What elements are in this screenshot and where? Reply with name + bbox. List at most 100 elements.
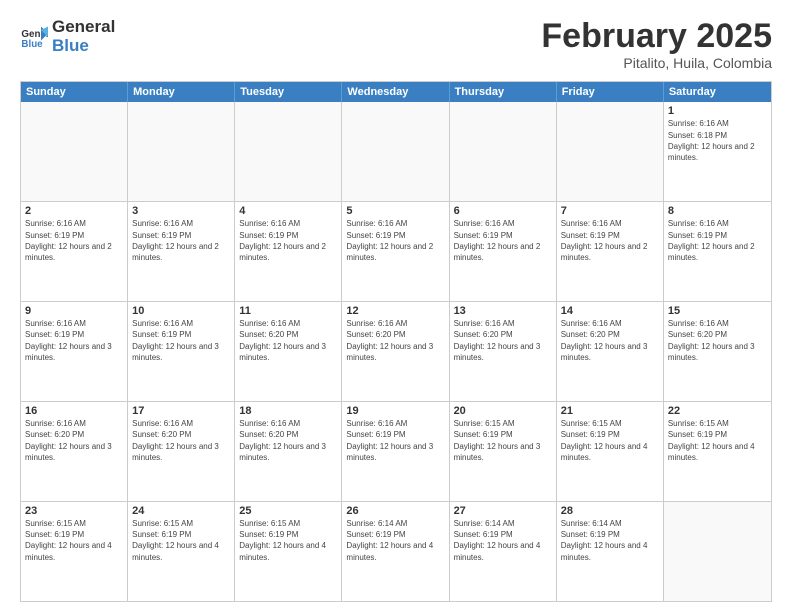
cal-cell-0-6: 1Sunrise: 6:16 AMSunset: 6:18 PMDaylight… — [664, 102, 771, 201]
day-number: 13 — [454, 305, 552, 317]
day-number: 2 — [25, 205, 123, 217]
day-info: Sunrise: 6:16 AMSunset: 6:19 PMDaylight:… — [346, 218, 444, 263]
day-info: Sunrise: 6:16 AMSunset: 6:20 PMDaylight:… — [25, 418, 123, 463]
logo-general: General — [52, 18, 115, 37]
cal-cell-4-0: 23Sunrise: 6:15 AMSunset: 6:19 PMDayligh… — [21, 502, 128, 601]
day-number: 20 — [454, 405, 552, 417]
logo-blue: Blue — [52, 37, 115, 56]
cal-cell-1-5: 7Sunrise: 6:16 AMSunset: 6:19 PMDaylight… — [557, 202, 664, 301]
day-number: 22 — [668, 405, 767, 417]
cal-week-2: 9Sunrise: 6:16 AMSunset: 6:19 PMDaylight… — [21, 301, 771, 401]
header-wednesday: Wednesday — [342, 82, 449, 102]
cal-week-0: 1Sunrise: 6:16 AMSunset: 6:18 PMDaylight… — [21, 102, 771, 201]
cal-cell-0-1 — [128, 102, 235, 201]
cal-cell-2-1: 10Sunrise: 6:16 AMSunset: 6:19 PMDayligh… — [128, 302, 235, 401]
day-number: 1 — [668, 105, 767, 117]
cal-cell-4-1: 24Sunrise: 6:15 AMSunset: 6:19 PMDayligh… — [128, 502, 235, 601]
cal-cell-1-1: 3Sunrise: 6:16 AMSunset: 6:19 PMDaylight… — [128, 202, 235, 301]
cal-cell-2-2: 11Sunrise: 6:16 AMSunset: 6:20 PMDayligh… — [235, 302, 342, 401]
day-info: Sunrise: 6:15 AMSunset: 6:19 PMDaylight:… — [668, 418, 767, 463]
cal-week-1: 2Sunrise: 6:16 AMSunset: 6:19 PMDaylight… — [21, 201, 771, 301]
month-title: February 2025 — [541, 18, 772, 55]
header-saturday: Saturday — [664, 82, 771, 102]
cal-cell-3-4: 20Sunrise: 6:15 AMSunset: 6:19 PMDayligh… — [450, 402, 557, 501]
day-info: Sunrise: 6:16 AMSunset: 6:19 PMDaylight:… — [25, 218, 123, 263]
day-info: Sunrise: 6:14 AMSunset: 6:19 PMDaylight:… — [346, 518, 444, 563]
cal-week-4: 23 Sunrise: 6:15 AMSunset: 6:19 PMDayligh… — [21, 501, 771, 601]
day-info: Sunrise: 6:16 AMSunset: 6:19 PMDaylight:… — [561, 218, 659, 263]
day-number: 11 — [239, 305, 337, 317]
cal-cell-4-5: 28Sunrise: 6:14 AMSunset: 6:19 PMDayligh… — [557, 502, 664, 601]
cal-cell-3-2: 18Sunrise: 6:16 AMSunset: 6:20 PMDayligh… — [235, 402, 342, 501]
header-tuesday: Tuesday — [235, 82, 342, 102]
day-info: Sunrise: 6:15 AMSunset: 6:19 PMDaylight:… — [454, 418, 552, 463]
day-info: Sunrise: 6:16 AMSunset: 6:19 PMDaylight:… — [132, 318, 230, 363]
day-number: 24 — [132, 505, 230, 517]
cal-week-3: 16Sunrise: 6:16 AMSunset: 6:20 PMDayligh… — [21, 401, 771, 501]
day-info: Sunrise: 6:16 AMSunset: 6:20 PMDaylight:… — [454, 318, 552, 363]
logo-icon: General Blue — [20, 23, 48, 51]
day-info: Sunrise: 6:16 AMSunset: 6:20 PMDaylight:… — [561, 318, 659, 363]
day-info: Sunrise: 6:16 AMSunset: 6:19 PMDaylight:… — [132, 218, 230, 263]
cal-cell-0-5 — [557, 102, 664, 201]
day-number: 19 — [346, 405, 444, 417]
cal-cell-3-5: 21Sunrise: 6:15 AMSunset: 6:19 PMDayligh… — [557, 402, 664, 501]
logo: General Blue General Blue — [20, 18, 115, 55]
cal-cell-1-0: 2Sunrise: 6:16 AMSunset: 6:19 PMDaylight… — [21, 202, 128, 301]
day-number: 21 — [561, 405, 659, 417]
day-info: Sunrise: 6:16 AMSunset: 6:20 PMDaylight:… — [239, 318, 337, 363]
day-number: 27 — [454, 505, 552, 517]
day-number: 3 — [132, 205, 230, 217]
header: General Blue General Blue February 2025 … — [20, 18, 772, 71]
cal-cell-1-4: 6Sunrise: 6:16 AMSunset: 6:19 PMDaylight… — [450, 202, 557, 301]
day-info: Sunrise: 6:16 AMSunset: 6:19 PMDaylight:… — [239, 218, 337, 263]
day-number: 16 — [25, 405, 123, 417]
day-info: Sunrise: 6:15 AMSunset: 6:19 PMDaylight:… — [239, 518, 337, 563]
cal-cell-1-6: 8Sunrise: 6:16 AMSunset: 6:19 PMDaylight… — [664, 202, 771, 301]
day-info: Sunrise: 6:16 AMSunset: 6:20 PMDaylight:… — [239, 418, 337, 463]
cal-cell-4-6 — [664, 502, 771, 601]
day-number: 25 — [239, 505, 337, 517]
title-block: February 2025 Pitalito, Huila, Colombia — [541, 18, 772, 71]
day-info: Sunrise: 6:15 AMSunset: 6:19 PMDaylight:… — [132, 518, 230, 563]
day-number: 17 — [132, 405, 230, 417]
day-number: 18 — [239, 405, 337, 417]
cal-cell-3-0: 16Sunrise: 6:16 AMSunset: 6:20 PMDayligh… — [21, 402, 128, 501]
day-number: 4 — [239, 205, 337, 217]
day-info: Sunrise: 6:16 AMSunset: 6:19 PMDaylight:… — [25, 318, 123, 363]
svg-text:Blue: Blue — [21, 38, 43, 49]
day-number: 14 — [561, 305, 659, 317]
day-number: 23 — [25, 505, 123, 517]
header-thursday: Thursday — [450, 82, 557, 102]
day-number: 12 — [346, 305, 444, 317]
cal-cell-2-4: 13Sunrise: 6:16 AMSunset: 6:20 PMDayligh… — [450, 302, 557, 401]
cal-cell-3-1: 17Sunrise: 6:16 AMSunset: 6:20 PMDayligh… — [128, 402, 235, 501]
cal-cell-4-4: 27Sunrise: 6:14 AMSunset: 6:19 PMDayligh… — [450, 502, 557, 601]
day-info: Sunrise: 6:16 AMSunset: 6:20 PMDaylight:… — [668, 318, 767, 363]
day-info: Sunrise: 6:14 AMSunset: 6:19 PMDaylight:… — [561, 518, 659, 563]
calendar-body: 1Sunrise: 6:16 AMSunset: 6:18 PMDaylight… — [21, 102, 771, 601]
header-monday: Monday — [128, 82, 235, 102]
cal-cell-4-2: 25Sunrise: 6:15 AMSunset: 6:19 PMDayligh… — [235, 502, 342, 601]
day-number: 9 — [25, 305, 123, 317]
cal-cell-4-3: 26Sunrise: 6:14 AMSunset: 6:19 PMDayligh… — [342, 502, 449, 601]
day-number: 10 — [132, 305, 230, 317]
cal-cell-0-2 — [235, 102, 342, 201]
day-info: Sunrise: 6:16 AMSunset: 6:19 PMDaylight:… — [668, 218, 767, 263]
cal-cell-3-6: 22Sunrise: 6:15 AMSunset: 6:19 PMDayligh… — [664, 402, 771, 501]
cal-cell-0-3 — [342, 102, 449, 201]
calendar-header: Sunday Monday Tuesday Wednesday Thursday… — [21, 82, 771, 102]
cal-cell-0-4 — [450, 102, 557, 201]
cal-cell-2-6: 15Sunrise: 6:16 AMSunset: 6:20 PMDayligh… — [664, 302, 771, 401]
cal-cell-1-2: 4Sunrise: 6:16 AMSunset: 6:19 PMDaylight… — [235, 202, 342, 301]
day-info: Sunrise: 6:16 AMSunset: 6:19 PMDaylight:… — [346, 418, 444, 463]
day-info: Sunrise: 6:15 AMSunset: 6:19 PMDaylight:… — [561, 418, 659, 463]
cal-cell-2-5: 14Sunrise: 6:16 AMSunset: 6:20 PMDayligh… — [557, 302, 664, 401]
cal-cell-1-3: 5Sunrise: 6:16 AMSunset: 6:19 PMDaylight… — [342, 202, 449, 301]
page: General Blue General Blue February 2025 … — [0, 0, 792, 612]
day-number: 26 — [346, 505, 444, 517]
calendar: Sunday Monday Tuesday Wednesday Thursday… — [20, 81, 772, 602]
header-sunday: Sunday — [21, 82, 128, 102]
day-info: Sunrise: 6:16 AMSunset: 6:19 PMDaylight:… — [454, 218, 552, 263]
cal-cell-0-0 — [21, 102, 128, 201]
